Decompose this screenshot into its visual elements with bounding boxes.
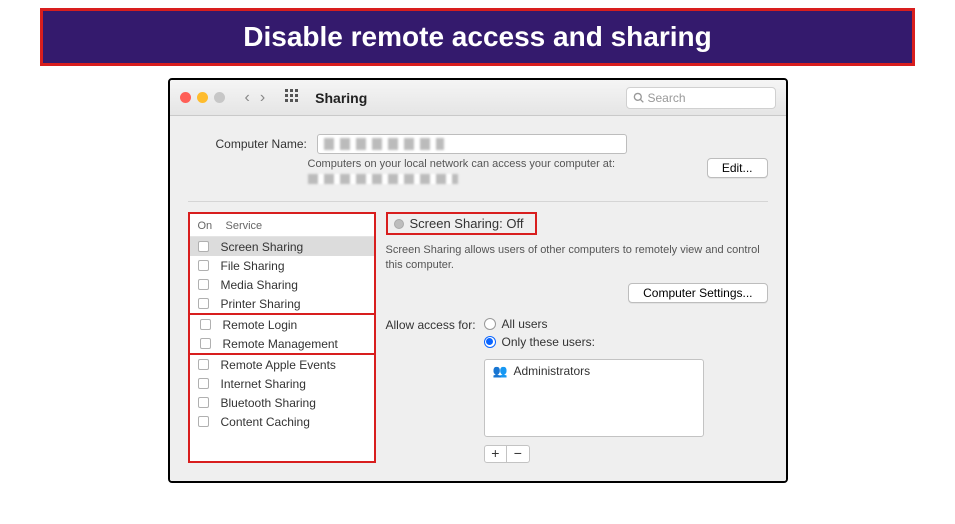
zoom-icon[interactable]	[214, 92, 225, 103]
redacted-name	[324, 138, 444, 150]
checkbox[interactable]	[198, 241, 209, 252]
checkbox[interactable]	[198, 378, 209, 389]
search-input[interactable]: Search	[626, 87, 776, 109]
service-row-printer-sharing[interactable]: Printer Sharing	[190, 294, 374, 313]
detail-pane: Screen Sharing: Off Screen Sharing allow…	[386, 212, 768, 463]
apps-grid-icon[interactable]	[285, 89, 299, 106]
radio-icon[interactable]	[484, 336, 496, 348]
access-only-these-users[interactable]: Only these users:	[484, 335, 704, 349]
service-row-media-sharing[interactable]: Media Sharing	[190, 275, 374, 294]
service-row-bluetooth-sharing[interactable]: Bluetooth Sharing	[190, 393, 374, 412]
allowed-users-list[interactable]: 👥 Administrators	[484, 359, 704, 437]
checkbox[interactable]	[198, 359, 209, 370]
checkbox[interactable]	[198, 298, 209, 309]
computer-settings-button[interactable]: Computer Settings...	[628, 283, 767, 303]
service-row-file-sharing[interactable]: File Sharing	[190, 256, 374, 275]
status-indicator-icon	[394, 219, 404, 229]
edit-button[interactable]: Edit...	[707, 158, 768, 178]
col-on: On	[198, 220, 226, 232]
service-row-screen-sharing[interactable]: Screen Sharing	[190, 237, 374, 256]
users-group-icon: 👥	[493, 364, 508, 378]
access-all-users[interactable]: All users	[484, 317, 704, 331]
checkbox[interactable]	[198, 416, 209, 427]
back-button[interactable]: ‹	[241, 89, 254, 107]
checkbox[interactable]	[198, 397, 209, 408]
radio-icon[interactable]	[484, 318, 496, 330]
search-icon	[633, 92, 644, 103]
search-placeholder: Search	[648, 91, 686, 105]
highlight-remote-services: Remote Login Remote Management	[188, 313, 376, 355]
traffic-lights	[180, 92, 225, 103]
nav-buttons: ‹ ›	[241, 89, 270, 107]
add-remove-buttons: + −	[484, 445, 530, 463]
close-icon[interactable]	[180, 92, 191, 103]
services-header: On Service	[190, 218, 374, 237]
window-toolbar: ‹ › Sharing Search	[170, 80, 786, 116]
instruction-banner: Disable remote access and sharing	[40, 8, 915, 66]
computer-name-label: Computer Name:	[216, 137, 307, 151]
minimize-icon[interactable]	[197, 92, 208, 103]
lower-pane: On Service Screen Sharing File Sharing M…	[188, 212, 768, 463]
forward-button[interactable]: ›	[256, 89, 269, 107]
instruction-text: Disable remote access and sharing	[243, 21, 711, 52]
service-status: Screen Sharing: Off	[386, 212, 538, 235]
checkbox[interactable]	[198, 260, 209, 271]
sharing-window: ‹ › Sharing Search Computer Name:	[168, 78, 788, 483]
divider	[188, 201, 768, 202]
service-row-content-caching[interactable]: Content Caching	[190, 412, 374, 431]
computer-name-row: Computer Name:	[216, 134, 768, 154]
service-row-remote-apple-events[interactable]: Remote Apple Events	[190, 355, 374, 374]
access-row: Allow access for: All users Only these u…	[386, 317, 768, 463]
computer-name-subtext: Computers on your local network can acce…	[308, 158, 697, 187]
checkbox[interactable]	[198, 279, 209, 290]
add-user-button[interactable]: +	[485, 446, 508, 462]
user-row[interactable]: 👥 Administrators	[485, 360, 703, 382]
window-content: Computer Name: Computers on your local n…	[170, 116, 786, 481]
computer-name-subrow: Computers on your local network can acce…	[308, 158, 768, 187]
status-label: Screen Sharing: Off	[410, 216, 524, 231]
service-row-remote-management[interactable]: Remote Management	[192, 334, 372, 353]
service-row-remote-login[interactable]: Remote Login	[192, 315, 372, 334]
window-title: Sharing	[315, 90, 367, 106]
services-list: On Service Screen Sharing File Sharing M…	[188, 212, 376, 463]
redacted-hostname	[308, 174, 458, 184]
service-row-internet-sharing[interactable]: Internet Sharing	[190, 374, 374, 393]
col-service: Service	[226, 220, 263, 232]
checkbox[interactable]	[200, 338, 211, 349]
service-description: Screen Sharing allows users of other com…	[386, 243, 768, 273]
remove-user-button[interactable]: −	[507, 446, 529, 462]
checkbox[interactable]	[200, 319, 211, 330]
computer-name-field[interactable]	[317, 134, 627, 154]
access-label: Allow access for:	[386, 317, 476, 332]
